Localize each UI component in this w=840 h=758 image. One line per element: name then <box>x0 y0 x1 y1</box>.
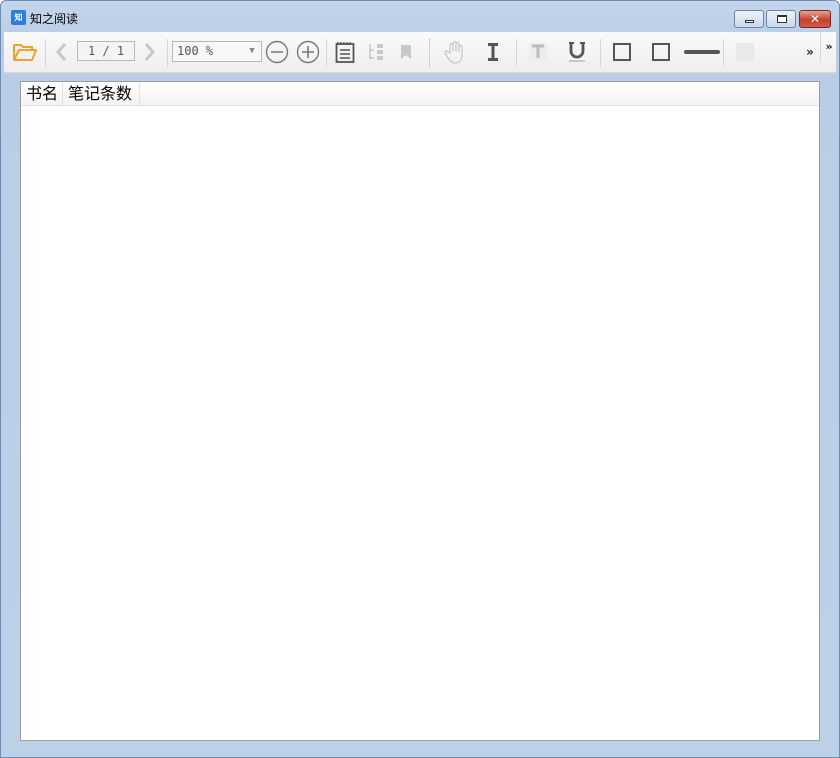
bookmark-button[interactable] <box>396 32 416 72</box>
app-window: 知 知之阅读 ✕ 1 / 1 100 % ▼ » » 书名 笔记条数 <box>0 0 840 758</box>
text-select-button[interactable] <box>481 32 505 72</box>
toolbar-separator <box>516 39 517 67</box>
close-icon: ✕ <box>809 12 821 26</box>
rectangle-icon <box>613 43 631 61</box>
previous-page-button[interactable] <box>50 32 72 72</box>
toolbar-separator <box>167 39 168 67</box>
zoom-out-icon <box>265 40 289 64</box>
app-logo-icon: 知 <box>11 10 26 25</box>
zoom-in-button[interactable] <box>294 32 322 72</box>
minimize-button[interactable] <box>734 10 764 28</box>
square-outline-icon <box>652 43 670 61</box>
window-title: 知之阅读 <box>30 12 79 26</box>
column-header-note-count[interactable]: 笔记条数 <box>63 82 140 105</box>
underline-button[interactable] <box>564 32 590 72</box>
zoom-value: 100 % <box>177 44 214 58</box>
table-header-row: 书名 笔记条数 <box>21 82 819 106</box>
notepad-icon <box>335 42 355 63</box>
zoom-out-button[interactable] <box>263 32 291 72</box>
toolbar-separator <box>723 39 724 67</box>
chevron-right-icon <box>144 43 155 61</box>
title-bar: 知 知之阅读 ✕ <box>1 1 839 33</box>
outline-tree-icon <box>369 44 383 60</box>
column-header-book-name[interactable]: 书名 <box>21 82 63 105</box>
line-icon <box>684 50 720 54</box>
color-picker-button[interactable] <box>732 32 758 72</box>
chevron-left-icon <box>56 43 67 61</box>
bookmark-icon <box>401 45 411 59</box>
open-file-button[interactable] <box>10 32 40 72</box>
toolbar-separator <box>326 39 327 67</box>
rectangle-tool-button[interactable] <box>609 32 635 72</box>
highlight-text-button[interactable] <box>525 32 551 72</box>
toolbar-overflow-button[interactable]: » <box>801 32 819 72</box>
highlight-text-icon <box>529 43 547 61</box>
underline-icon <box>569 42 585 62</box>
zoom-in-icon <box>296 40 320 64</box>
page-indicator[interactable]: 1 / 1 <box>77 41 135 61</box>
next-page-button[interactable] <box>139 32 161 72</box>
minimize-icon <box>745 20 754 23</box>
dropdown-arrow-icon: ▼ <box>249 46 255 56</box>
close-button[interactable]: ✕ <box>799 10 831 28</box>
toolbar-separator <box>429 39 431 67</box>
line-tool-button[interactable] <box>682 32 722 72</box>
maximize-button[interactable] <box>766 10 796 28</box>
hand-tool-button[interactable] <box>441 32 469 72</box>
maximize-icon <box>777 15 787 23</box>
zoom-select[interactable]: 100 % ▼ <box>172 41 262 62</box>
toolbar-separator <box>600 39 601 67</box>
notes-button[interactable] <box>332 32 358 72</box>
hand-icon <box>444 40 463 64</box>
open-folder-icon <box>13 44 37 61</box>
notes-table: 书名 笔记条数 <box>20 81 820 741</box>
outline-button[interactable] <box>365 32 387 72</box>
square-tool-button[interactable] <box>648 32 674 72</box>
toolbar-separator <box>45 39 46 67</box>
toolbar-expand-button[interactable]: » <box>820 32 837 62</box>
toolbar: 1 / 1 100 % ▼ » » <box>4 32 836 73</box>
text-cursor-icon <box>488 43 498 61</box>
color-swatch-icon <box>736 43 754 61</box>
